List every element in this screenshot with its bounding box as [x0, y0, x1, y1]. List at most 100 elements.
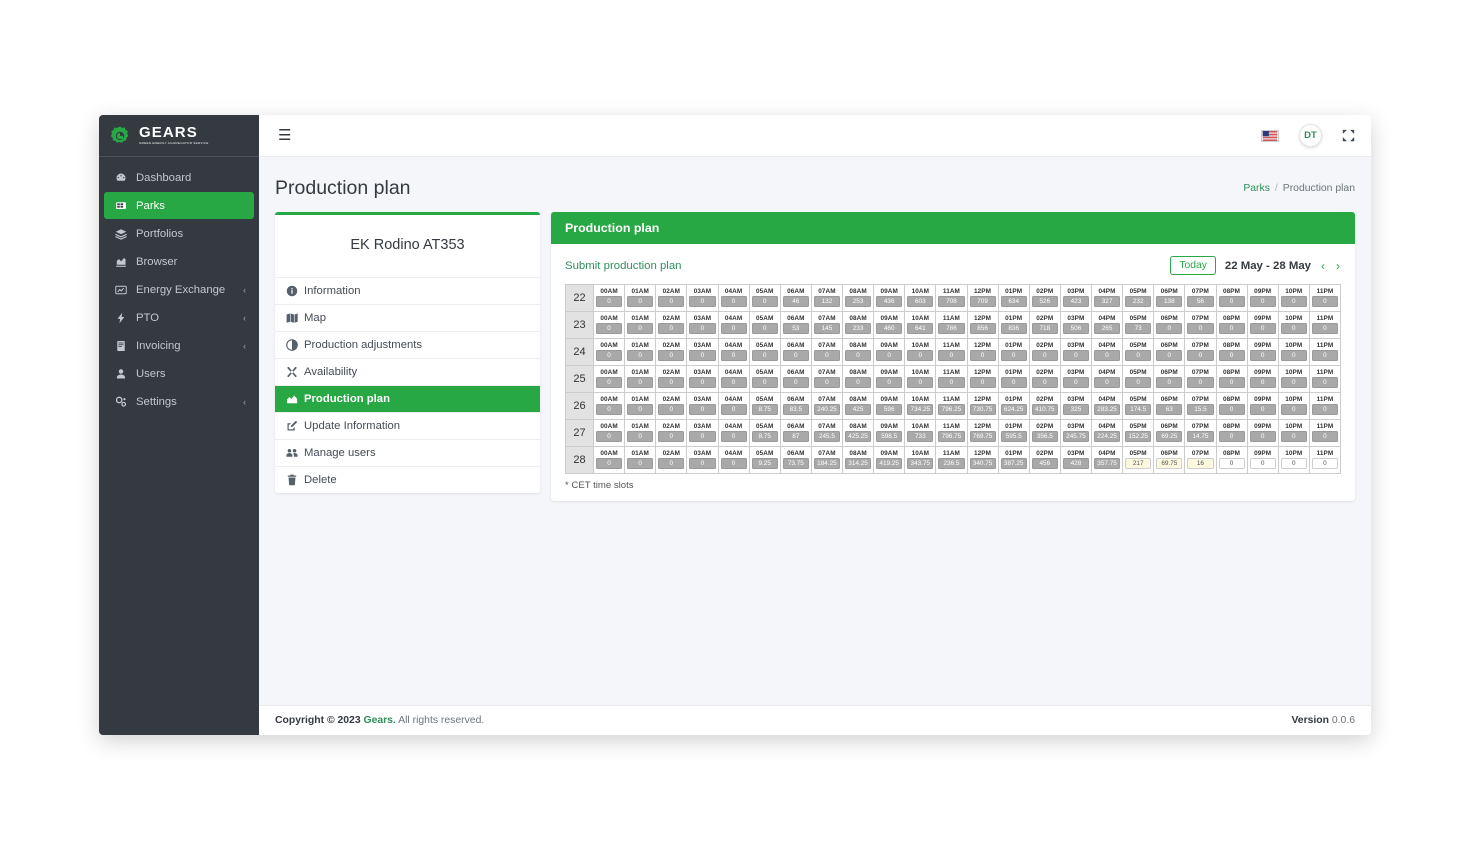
slot-value-input[interactable]: 598.5: [876, 431, 902, 442]
slot-value-input[interactable]: 253: [845, 296, 871, 307]
slot-value-input[interactable]: 423: [1063, 296, 1089, 307]
slot-value-input[interactable]: 0: [596, 350, 622, 361]
slot-value-input[interactable]: 0: [1001, 350, 1027, 361]
park-menu-item-map[interactable]: Map: [275, 305, 540, 332]
slot-value-input[interactable]: 0: [721, 404, 747, 415]
slot-value-input[interactable]: 0: [845, 350, 871, 361]
slot-value-input[interactable]: 436: [876, 296, 902, 307]
slot-value-input[interactable]: 0: [721, 350, 747, 361]
slot-value-input[interactable]: 46: [783, 296, 809, 307]
slot-value-input[interactable]: 184.25: [814, 458, 840, 469]
slot-value-input[interactable]: 356.5: [1032, 431, 1058, 442]
slot-value-input[interactable]: 63: [1156, 404, 1182, 415]
slot-value-input[interactable]: 0: [596, 377, 622, 388]
slot-value-input[interactable]: 0: [876, 350, 902, 361]
slot-value-input[interactable]: 0: [938, 377, 964, 388]
slot-value-input[interactable]: 428: [1063, 458, 1089, 469]
submit-production-plan-link[interactable]: Submit production plan: [565, 260, 682, 272]
slot-value-input[interactable]: 0: [1281, 323, 1307, 334]
slot-value-input[interactable]: 0: [721, 377, 747, 388]
slot-value-input[interactable]: 708: [938, 296, 964, 307]
park-menu-item-update-information[interactable]: Update Information: [275, 413, 540, 440]
slot-value-input[interactable]: 0: [1281, 431, 1307, 442]
park-menu-item-information[interactable]: Information: [275, 278, 540, 305]
slot-value-input[interactable]: 0: [1312, 404, 1338, 415]
slot-value-input[interactable]: 0: [1281, 350, 1307, 361]
slot-value-input[interactable]: 0: [1312, 296, 1338, 307]
slot-value-input[interactable]: 0: [1250, 296, 1276, 307]
slot-value-input[interactable]: 0: [1219, 431, 1245, 442]
slot-value-input[interactable]: 786: [938, 323, 964, 334]
slot-value-input[interactable]: 0: [1032, 377, 1058, 388]
slot-value-input[interactable]: 0: [1312, 350, 1338, 361]
slot-value-input[interactable]: 0: [1281, 458, 1307, 469]
slot-value-input[interactable]: 0: [845, 377, 871, 388]
slot-value-input[interactable]: 0: [1219, 296, 1245, 307]
park-menu-item-production-adjustments[interactable]: Production adjustments: [275, 332, 540, 359]
slot-value-input[interactable]: 419.25: [876, 458, 902, 469]
slot-value-input[interactable]: 217: [1125, 458, 1151, 469]
slot-value-input[interactable]: 0: [689, 296, 715, 307]
slot-value-input[interactable]: 73.75: [783, 458, 809, 469]
slot-value-input[interactable]: 0: [752, 323, 778, 334]
brand-logo-area[interactable]: GEARS GREEN ENERGY AGGREGATOR SERVICE: [99, 115, 259, 157]
slot-value-input[interactable]: 0: [1219, 350, 1245, 361]
park-menu-item-delete[interactable]: Delete: [275, 467, 540, 493]
slot-value-input[interactable]: 596: [876, 404, 902, 415]
slot-value-input[interactable]: 0: [627, 377, 653, 388]
slot-value-input[interactable]: 0: [689, 377, 715, 388]
slot-value-input[interactable]: 8.75: [752, 404, 778, 415]
slot-value-input[interactable]: 0: [1219, 404, 1245, 415]
slot-value-input[interactable]: 0: [658, 350, 684, 361]
slot-value-input[interactable]: 233: [845, 323, 871, 334]
slot-value-input[interactable]: 0: [1063, 377, 1089, 388]
slot-value-input[interactable]: 0: [596, 431, 622, 442]
slot-value-input[interactable]: 425: [845, 404, 871, 415]
slot-value-input[interactable]: 634: [1001, 296, 1027, 307]
slot-value-input[interactable]: 0: [1094, 350, 1120, 361]
avatar[interactable]: DT: [1299, 124, 1322, 147]
slot-value-input[interactable]: 641: [907, 323, 933, 334]
slot-value-input[interactable]: 152.25: [1125, 431, 1151, 442]
slot-value-input[interactable]: 0: [689, 431, 715, 442]
slot-value-input[interactable]: 769.75: [970, 431, 996, 442]
slot-value-input[interactable]: 15.5: [1187, 404, 1213, 415]
slot-value-input[interactable]: 0: [658, 377, 684, 388]
slot-value-input[interactable]: 0: [1281, 377, 1307, 388]
slot-value-input[interactable]: 87: [783, 431, 809, 442]
slot-value-input[interactable]: 460: [876, 323, 902, 334]
slot-value-input[interactable]: 0: [658, 431, 684, 442]
today-button[interactable]: Today: [1170, 256, 1215, 275]
slot-value-input[interactable]: 0: [1281, 296, 1307, 307]
sidebar-item-users[interactable]: Users: [104, 360, 254, 387]
slot-value-input[interactable]: 0: [1156, 323, 1182, 334]
slot-value-input[interactable]: 132: [814, 296, 840, 307]
slot-value-input[interactable]: 0: [1250, 377, 1276, 388]
slot-value-input[interactable]: 138: [1156, 296, 1182, 307]
slot-value-input[interactable]: 245.5: [814, 431, 840, 442]
slot-value-input[interactable]: 734.25: [907, 404, 933, 415]
slot-value-input[interactable]: 56: [1187, 296, 1213, 307]
slot-value-input[interactable]: 0: [938, 350, 964, 361]
slot-value-input[interactable]: 69.75: [1156, 458, 1182, 469]
slot-value-input[interactable]: 0: [627, 350, 653, 361]
slot-value-input[interactable]: 709: [970, 296, 996, 307]
slot-value-input[interactable]: 0: [627, 458, 653, 469]
slot-value-input[interactable]: 796.25: [938, 404, 964, 415]
slot-value-input[interactable]: 0: [627, 296, 653, 307]
slot-value-input[interactable]: 410.75: [1032, 404, 1058, 415]
slot-value-input[interactable]: 0: [1250, 458, 1276, 469]
slot-value-input[interactable]: 0: [596, 404, 622, 415]
slot-value-input[interactable]: 8.75: [752, 431, 778, 442]
slot-value-input[interactable]: 0: [596, 458, 622, 469]
slot-value-input[interactable]: 14.75: [1187, 431, 1213, 442]
slot-value-input[interactable]: 0: [596, 323, 622, 334]
slot-value-input[interactable]: 0: [1187, 350, 1213, 361]
slot-value-input[interactable]: 0: [814, 350, 840, 361]
slot-value-input[interactable]: 236.5: [938, 458, 964, 469]
slot-value-input[interactable]: 0: [658, 404, 684, 415]
slot-value-input[interactable]: 0: [814, 377, 840, 388]
slot-value-input[interactable]: 0: [1125, 377, 1151, 388]
slot-value-input[interactable]: 856: [970, 323, 996, 334]
slot-value-input[interactable]: 240.25: [814, 404, 840, 415]
